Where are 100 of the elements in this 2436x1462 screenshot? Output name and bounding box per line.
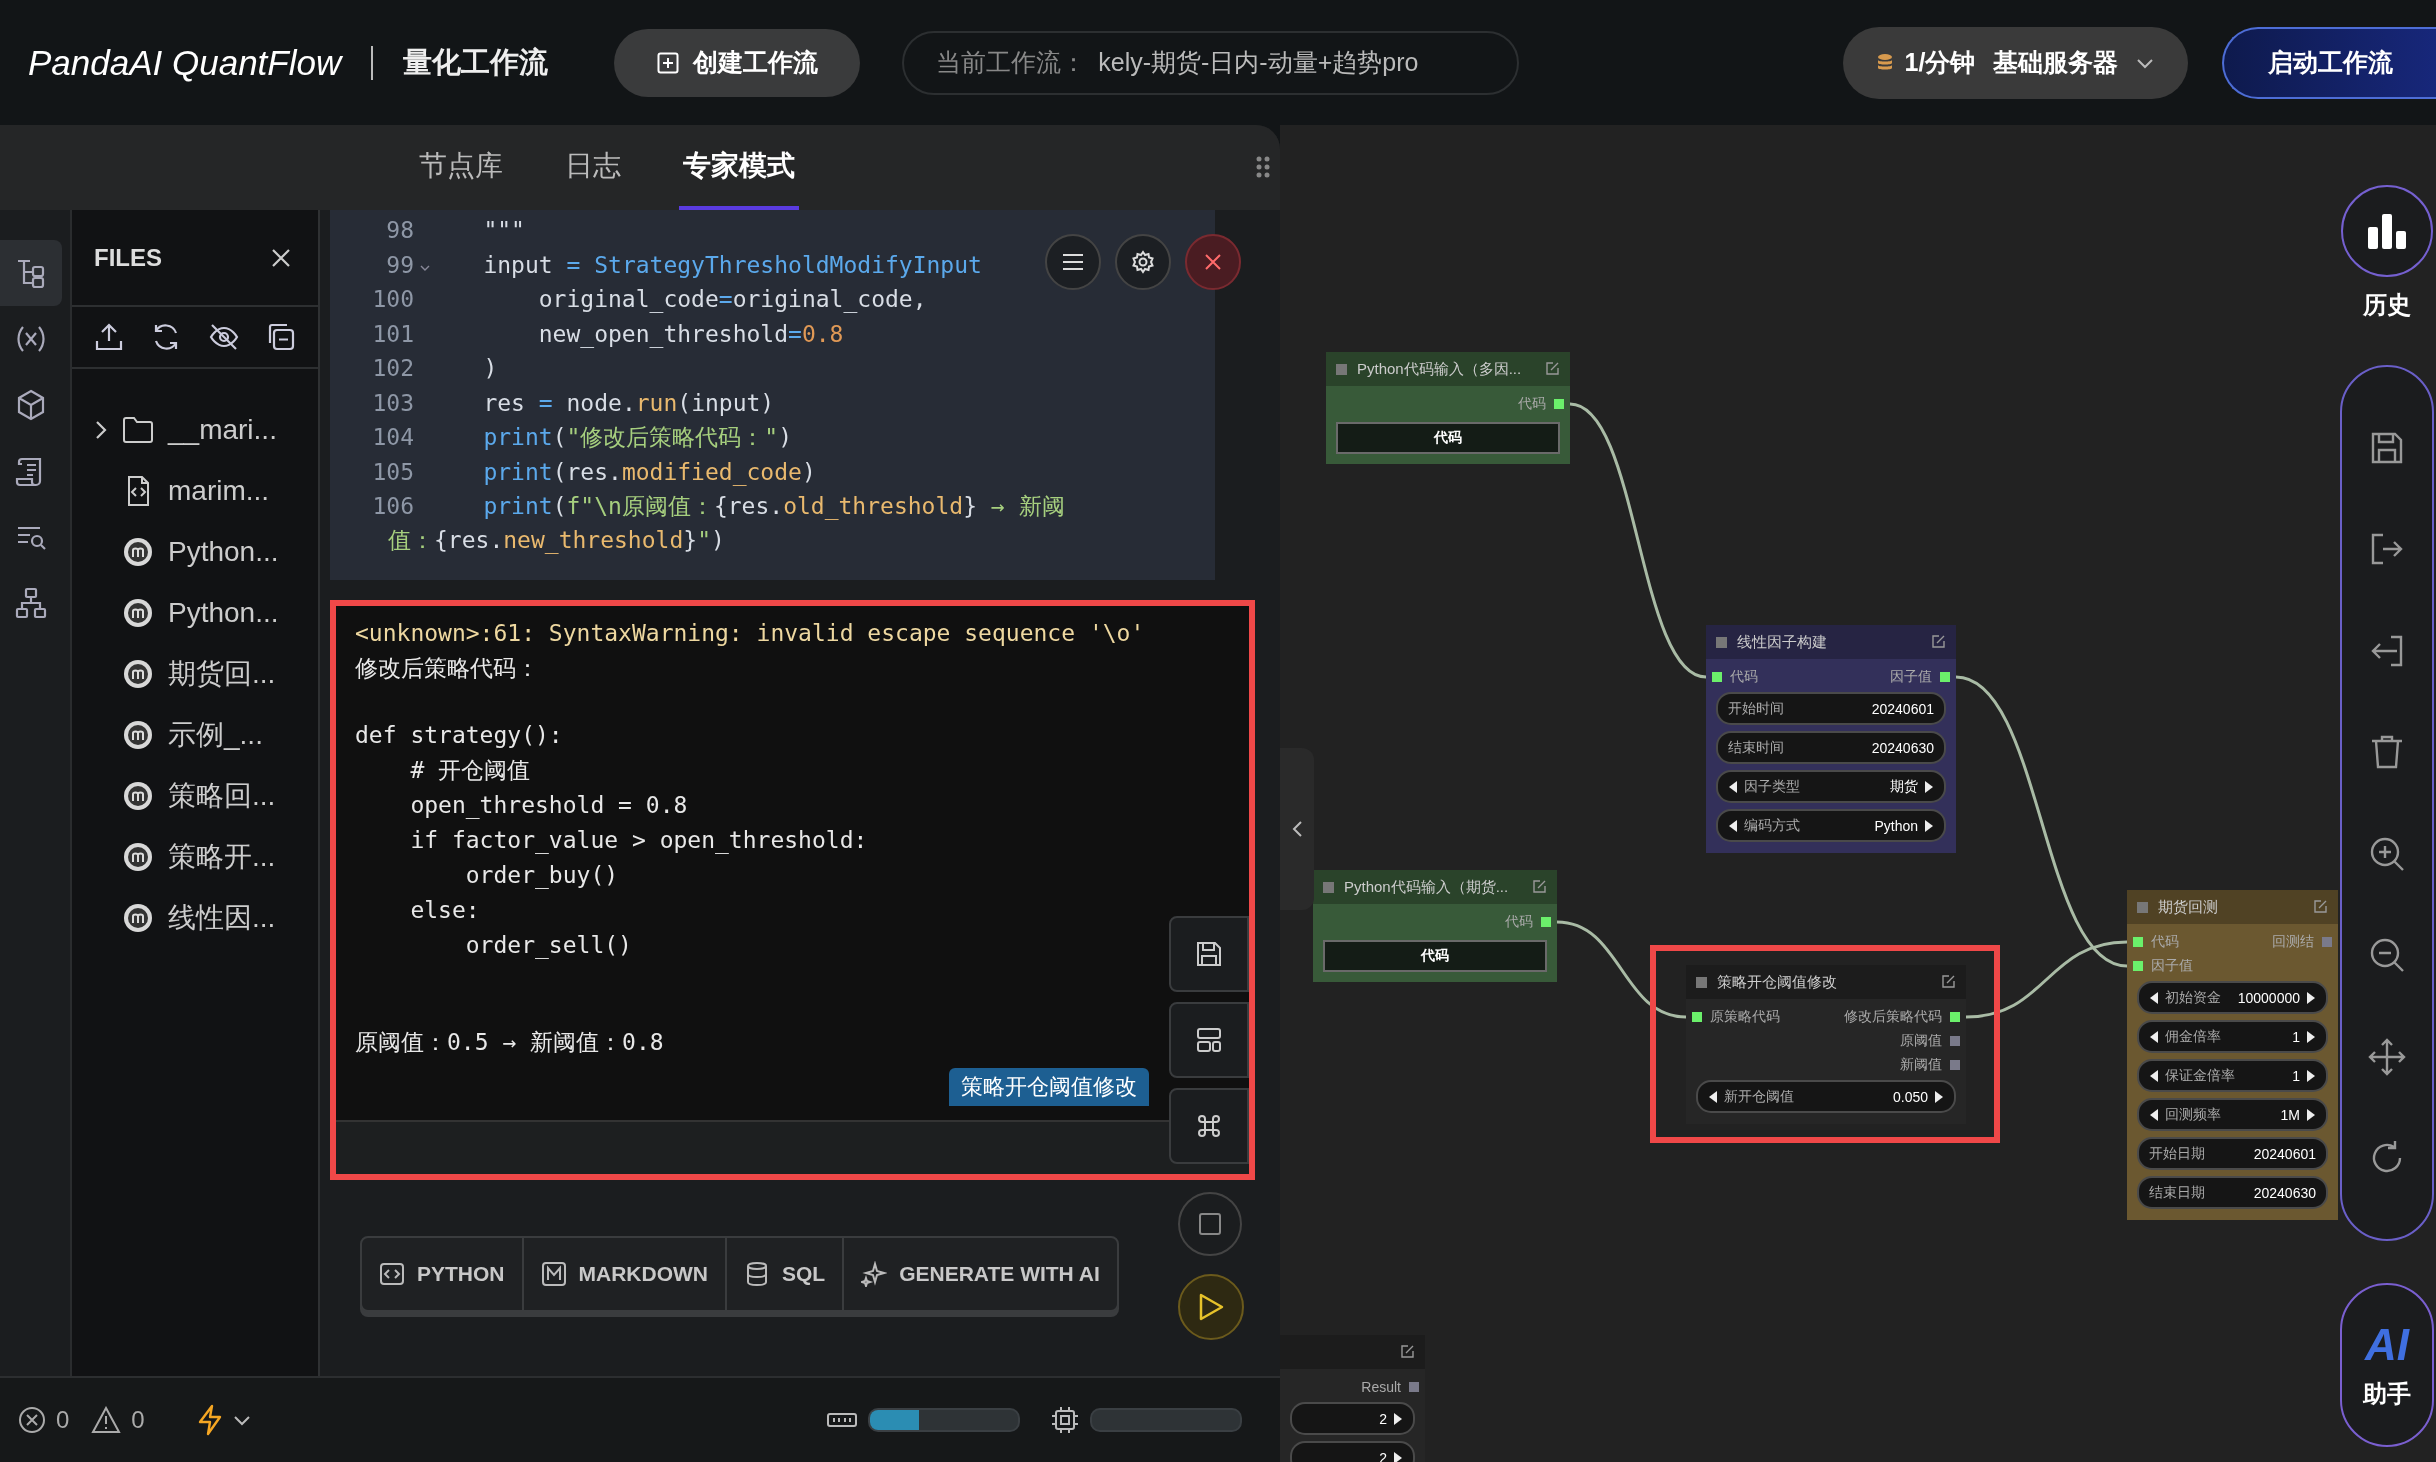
increment-arrow-icon[interactable] (2306, 1068, 2316, 1083)
edit-icon[interactable] (1930, 634, 1946, 650)
decrement-arrow-icon[interactable] (1728, 818, 1738, 833)
decrement-arrow-icon[interactable] (2149, 1068, 2159, 1083)
graph-node[interactable]: 策略开仓阈值修改 原策略代码 修改后策略代码 原阈值 新阈值 新开仓阈值 0.050 (1686, 965, 1966, 1124)
node-status-square[interactable] (2137, 901, 2148, 913)
stepper-widget[interactable]: 新开仓阈值 0.050 (1696, 1080, 1956, 1113)
file-name[interactable]: 策略开... (168, 838, 276, 876)
file-name[interactable]: 期货回... (168, 655, 276, 693)
chevron-down-icon[interactable] (232, 1414, 251, 1426)
server-selector[interactable]: 1/分钟 基础服务器 (1843, 26, 2188, 99)
markdown-cell-button[interactable]: MARKDOWN (523, 1238, 727, 1310)
start-workflow-button[interactable]: 启动工作流 (2222, 26, 2436, 99)
edit-icon[interactable] (1399, 1344, 1415, 1360)
app-logo: PandaAI QuantFlow (28, 42, 342, 83)
stepper-widget[interactable]: 回测频率 1M (2137, 1098, 2328, 1131)
ai-assistant-button[interactable]: AI 助手 (2340, 1283, 2434, 1447)
lightning-icon[interactable] (196, 1404, 223, 1436)
stepper-widget[interactable]: 佣金倍率 1 (2137, 1020, 2328, 1053)
stepper-widget[interactable]: 2 (1290, 1402, 1415, 1435)
increment-arrow-icon[interactable] (2306, 1107, 2316, 1122)
value-widget[interactable]: 结束日期 20240630 (2137, 1176, 2328, 1209)
file-name[interactable]: 策略回... (168, 777, 276, 815)
play-icon (1197, 1292, 1225, 1322)
graph-node[interactable]: 期货回测 代码 回测结 因子值 初始资金 10000000 佣金倍率 1 保证金倍率 1 回测频率 1M 开始日期 20240601 结束日期 20240630 (2127, 890, 2338, 1220)
decrement-arrow-icon[interactable] (2149, 1029, 2159, 1044)
history-label: 历史 (2363, 290, 2411, 320)
node-header[interactable]: 线性因子构建 (1706, 625, 1956, 659)
file-name[interactable]: Python... (168, 536, 279, 568)
decrement-arrow-icon[interactable] (2149, 1107, 2159, 1122)
line-number: 104 (372, 424, 414, 451)
close-icon[interactable] (270, 246, 292, 269)
node-header[interactable]: Python代码输入（多因... (1326, 352, 1570, 386)
node-status-square[interactable] (1336, 363, 1347, 375)
graph-node[interactable]: Python代码输入（期货... 代码 代码 (1313, 870, 1557, 982)
file-name[interactable]: Python... (168, 597, 279, 629)
file-name[interactable]: 线性因... (168, 899, 276, 937)
edit-icon[interactable] (1531, 879, 1547, 895)
value-widget[interactable]: 开始日期 20240601 (2137, 1137, 2328, 1170)
increment-arrow-icon[interactable] (2306, 1029, 2316, 1044)
input-port[interactable] (2133, 961, 2143, 971)
layout-button[interactable] (1169, 1002, 1249, 1078)
text-widget[interactable]: 代码 (1323, 940, 1547, 972)
stepper-widget[interactable]: 保证金倍率 1 (2137, 1059, 2328, 1092)
input-port[interactable] (1712, 672, 1722, 682)
graph-node[interactable]: 线性因子构建 代码 因子值 开始时间 20240601 结束时间 20240630 因子类型 期货 编码方式 Python (1706, 625, 1956, 853)
node-header[interactable] (1280, 1335, 1425, 1369)
decrement-arrow-icon[interactable] (1728, 779, 1738, 794)
increment-arrow-icon[interactable] (1924, 779, 1934, 794)
file-name[interactable]: marim... (168, 475, 270, 507)
python-cell-button[interactable]: PYTHON (362, 1238, 524, 1310)
node-status-square[interactable] (1696, 976, 1707, 988)
node-status-square[interactable] (1323, 881, 1334, 893)
stepper-widget[interactable]: 2 (1290, 1441, 1415, 1462)
decrement-arrow-icon[interactable] (1708, 1089, 1718, 1104)
graph-node[interactable]: Python代码输入（多因... 代码 代码 (1326, 352, 1570, 464)
collapse-panel-handle[interactable] (1280, 748, 1314, 910)
value-widget[interactable]: 结束时间 20240630 (1716, 731, 1946, 764)
edit-icon[interactable] (1940, 974, 1956, 990)
stepper-widget[interactable]: 因子类型 期货 (1716, 770, 1946, 803)
decrement-arrow-icon[interactable] (2149, 990, 2159, 1005)
increment-arrow-icon[interactable] (1934, 1089, 1944, 1104)
ai-cell-button[interactable]: GENERATE WITH AI (844, 1238, 1117, 1310)
command-button[interactable] (1169, 1088, 1249, 1164)
input-port[interactable] (1692, 1012, 1702, 1022)
drag-handle-icon[interactable] (1256, 155, 1270, 179)
stepper-widget[interactable]: 编码方式 Python (1716, 809, 1946, 842)
files-activity-button[interactable] (0, 240, 62, 306)
node-header[interactable]: 策略开仓阈值修改 (1686, 965, 1966, 999)
increment-arrow-icon[interactable] (2306, 990, 2316, 1005)
node-canvas[interactable] (1280, 125, 2436, 1462)
panel-tab[interactable]: 节点库 (415, 125, 507, 210)
code-editor[interactable] (330, 210, 1215, 580)
node-status-square[interactable] (1716, 636, 1727, 648)
node-header[interactable]: 期货回测 (2127, 890, 2338, 924)
create-workflow-button[interactable]: 创建工作流 (614, 28, 861, 97)
increment-arrow-icon[interactable] (1924, 818, 1934, 833)
increment-arrow-icon[interactable] (1393, 1450, 1403, 1462)
fold-icon[interactable] (420, 263, 430, 272)
file-name[interactable]: 示例_... (168, 716, 263, 754)
widget-label: 保证金倍率 (2165, 1066, 2235, 1085)
notebook-icon (122, 841, 154, 873)
value-widget[interactable]: 开始时间 20240601 (1716, 692, 1946, 725)
chevron-icon[interactable] (94, 419, 108, 441)
edit-icon[interactable] (1544, 361, 1560, 377)
graph-node[interactable]: Result 2 2 (1280, 1335, 1425, 1462)
input-port[interactable] (2133, 937, 2143, 947)
save-button[interactable] (1169, 916, 1249, 992)
move-icon[interactable] (2367, 1036, 2407, 1077)
stepper-widget[interactable]: 初始资金 10000000 (2137, 981, 2328, 1014)
markdown-icon (540, 1261, 567, 1287)
file-name[interactable]: __mari... (168, 414, 277, 446)
node-header[interactable]: Python代码输入（期货... (1313, 870, 1557, 904)
increment-arrow-icon[interactable] (1393, 1411, 1403, 1426)
edit-icon[interactable] (2312, 899, 2328, 915)
text-widget[interactable]: 代码 (1336, 422, 1560, 454)
sql-cell-button[interactable]: SQL (727, 1238, 845, 1310)
current-workflow-field[interactable]: 当前工作流： kely-期货-日内-动量+趋势pro (902, 30, 1520, 95)
close-button[interactable] (1185, 234, 1241, 290)
panel-tab[interactable]: 日志 (561, 125, 625, 210)
